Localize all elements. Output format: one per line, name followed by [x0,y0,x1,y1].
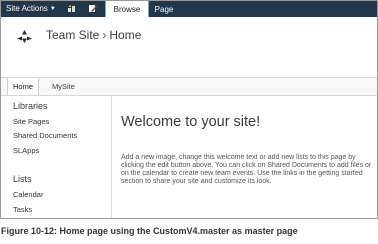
topnav-item-home[interactable]: Home [7,78,40,95]
site-actions-menu[interactable]: Site Actions ▼ [6,4,56,13]
tab-browse[interactable]: Browse [105,1,149,17]
navigate-up-icon[interactable] [67,4,76,13]
main-content: Welcome to your site! Add a new image, c… [112,96,377,218]
chevron-down-icon: ▼ [49,6,56,12]
ql-heading-lists[interactable]: Lists [13,174,32,184]
ql-item-site-pages[interactable]: Site Pages [13,117,49,126]
ql-heading-libraries[interactable]: Libraries [13,101,48,111]
ql-item-tasks[interactable]: Tasks [13,205,32,214]
ql-item-calendar[interactable]: Calendar [13,190,43,199]
site-title-link[interactable]: Team Site [46,28,99,42]
figure-caption: Figure 10-12: Home page using the Custom… [1,226,298,236]
edit-page-icon[interactable] [88,4,97,13]
welcome-text: Add a new image, change this welcome tex… [121,154,372,185]
title-area [1,17,377,75]
sharepoint-page: Site Actions ▼ Browse Page Team Site › Home… [0,0,378,219]
top-navigation: Home MySite [1,77,377,96]
tab-page[interactable]: Page [150,1,178,17]
welcome-heading: Welcome to your site! [121,114,261,130]
breadcrumb-separator: › [102,28,107,42]
site-logo-icon[interactable] [16,29,33,44]
ql-item-shared-documents[interactable]: Shared Documents [13,131,77,140]
ribbon-bar: Site Actions ▼ Browse Page [1,1,377,17]
quick-launch: Libraries Site Pages Shared Documents SL… [1,96,112,218]
breadcrumb: Team Site › Home [46,28,141,42]
site-actions-label: Site Actions [6,4,48,13]
ql-item-slapps[interactable]: SLApps [13,146,39,155]
page-title: Home [109,28,142,42]
topnav-item-mysite[interactable]: MySite [47,78,80,95]
